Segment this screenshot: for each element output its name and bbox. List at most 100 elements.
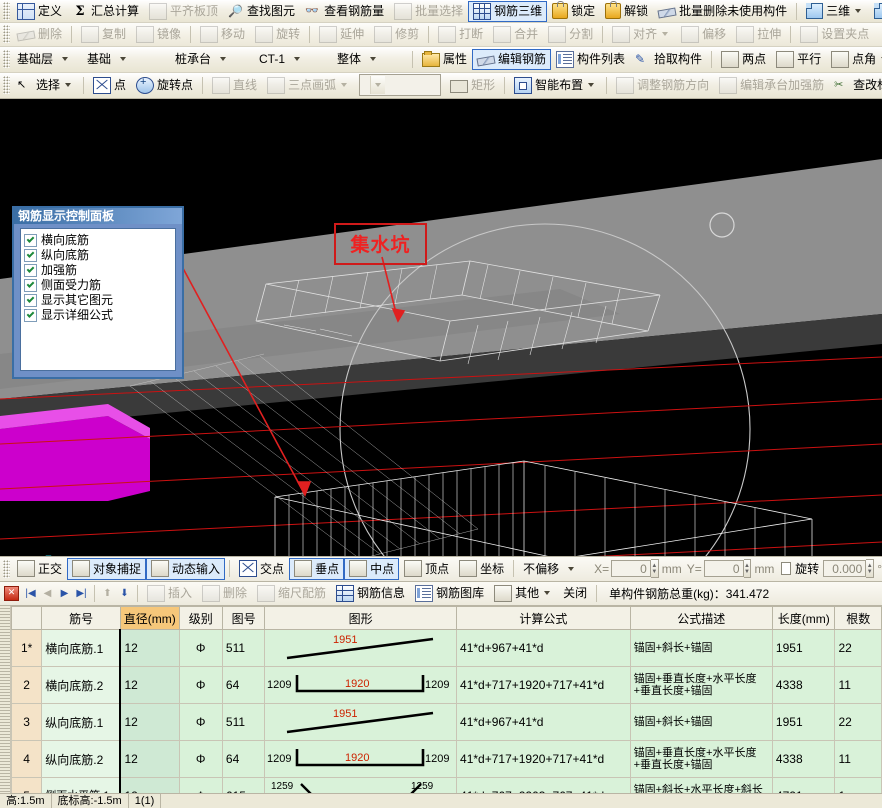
- arc-style-select[interactable]: [359, 74, 441, 96]
- toolbar-button-rotate[interactable]: 旋转: [250, 24, 305, 45]
- rebar-panel-item-side-stress[interactable]: 侧面受力筋: [24, 278, 172, 293]
- chevron-down-icon[interactable]: [116, 50, 130, 68]
- category-select[interactable]: 基础: [82, 49, 170, 69]
- cell-shape-code[interactable]: 64: [222, 741, 264, 778]
- cell-index[interactable]: 3: [12, 704, 42, 741]
- cell-count[interactable]: 11: [835, 741, 882, 778]
- component-select[interactable]: CT-1: [254, 49, 332, 69]
- toolbar-button-merge[interactable]: 合并: [488, 24, 543, 45]
- cell-bar-number[interactable]: 纵向底筋.1: [42, 704, 121, 741]
- cell-shape-diagram[interactable]: 1209 1209 1920: [265, 741, 457, 778]
- snap-button-perpendicular[interactable]: 垂点: [289, 558, 344, 580]
- cell-shape-code[interactable]: 511: [222, 704, 264, 741]
- checkbox[interactable]: [24, 309, 37, 322]
- toolbar-button-top-view[interactable]: 俯视: [869, 1, 882, 22]
- x-input[interactable]: 0: [611, 560, 651, 577]
- toolbar-button-3d-view[interactable]: 三维: [801, 1, 869, 22]
- rebar-button-insert-row[interactable]: 插入: [142, 583, 197, 604]
- snap-button-coordinate[interactable]: 坐标: [454, 558, 509, 580]
- toolbar-button-copy[interactable]: 复制: [76, 24, 131, 45]
- cell-index[interactable]: 2: [12, 667, 42, 704]
- cell-bar-number[interactable]: 横向底筋.2: [42, 667, 121, 704]
- toolbar-grip[interactable]: [3, 50, 10, 68]
- nav-first-button[interactable]: |◀: [22, 585, 39, 602]
- toolbar-button-trim[interactable]: 修剪: [369, 24, 424, 45]
- col-header-grade[interactable]: 级别: [179, 607, 222, 630]
- x-spinner[interactable]: ▲▼: [651, 559, 659, 578]
- snap-button-midpoint[interactable]: 中点: [344, 558, 399, 580]
- cell-shape-code[interactable]: 511: [222, 630, 264, 667]
- cell-index[interactable]: 1*: [12, 630, 42, 667]
- snap-button-object-snap[interactable]: 对象捕捉: [67, 558, 146, 580]
- cell-length[interactable]: 1951: [772, 630, 835, 667]
- toolbar-button-align-slab-top[interactable]: 平齐板顶: [144, 1, 223, 22]
- chevron-down-icon[interactable]: [366, 50, 380, 68]
- rebar-button-scaled-rebar[interactable]: 缩尺配筋: [252, 583, 331, 604]
- toolbar-grip[interactable]: [3, 76, 10, 94]
- chevron-down-icon[interactable]: [341, 83, 347, 87]
- toolbar-grip[interactable]: [3, 25, 10, 43]
- col-header-length[interactable]: 长度(mm): [772, 607, 835, 630]
- toolbar-button-line[interactable]: 直线: [207, 75, 262, 96]
- chevron-down-icon[interactable]: [216, 50, 230, 68]
- toolbar-button-two-point[interactable]: 两点: [716, 49, 771, 70]
- table-row[interactable]: 5 侧面水平筋.1 12 Φ 615 1259 1259 2203 45 45: [12, 778, 882, 793]
- cell-formula[interactable]: 41*d+717+1920+717+41*d: [457, 667, 631, 704]
- rebar-button-rebar-library[interactable]: 钢筋图库: [410, 583, 489, 604]
- cell-count[interactable]: 22: [835, 630, 882, 667]
- y-input[interactable]: 0: [704, 560, 744, 577]
- nav-next-button[interactable]: ▶: [56, 585, 73, 602]
- cell-formula-desc[interactable]: 锚固+斜长+锚固: [630, 630, 772, 667]
- toolbar-button-break[interactable]: 打断: [433, 24, 488, 45]
- cell-formula-desc[interactable]: 锚固+斜长+水平长度+斜长+锚固: [630, 778, 772, 793]
- rebar-panel-item-strengthening[interactable]: 加强筋: [24, 263, 172, 278]
- nav-up-button[interactable]: ⬆: [99, 585, 116, 602]
- cell-grade[interactable]: Φ: [179, 741, 222, 778]
- floor-select[interactable]: 基础层: [12, 49, 82, 69]
- toolbar-button-lock[interactable]: 锁定: [547, 1, 600, 22]
- cell-formula[interactable]: 41*d+767+2203+767+41*d: [457, 778, 631, 793]
- toolbar-button-define[interactable]: 定义: [12, 1, 67, 22]
- toolbar-button-edit-cap-rebar[interactable]: 编辑承台加强筋: [714, 75, 829, 96]
- table-row[interactable]: 1* 横向底筋.1 12 Φ 511 1951 41*d+967+41*d 锚固…: [12, 630, 882, 667]
- chevron-down-icon[interactable]: [855, 9, 861, 13]
- rotate-input[interactable]: 0.000: [823, 560, 866, 577]
- toolbar-button-smart-layout[interactable]: 智能布置: [509, 75, 602, 96]
- y-spinner[interactable]: ▲▼: [744, 559, 752, 578]
- nav-down-button[interactable]: ⬇: [116, 585, 133, 602]
- col-header-index[interactable]: [12, 607, 42, 630]
- toolbar-button-component-list[interactable]: 构件列表: [551, 49, 630, 70]
- chevron-down-icon[interactable]: [564, 560, 578, 578]
- checkbox[interactable]: [24, 234, 37, 247]
- chevron-down-icon[interactable]: [370, 76, 385, 94]
- cell-formula[interactable]: 41*d+967+41*d: [457, 704, 631, 741]
- checkbox[interactable]: [24, 249, 37, 262]
- toolbar-button-align[interactable]: 对齐: [607, 24, 676, 45]
- toolbar-button-pick-component[interactable]: ✎ 拾取构件: [630, 49, 707, 70]
- nav-prev-button[interactable]: ◀: [39, 585, 56, 602]
- col-header-formula-desc[interactable]: 公式描述: [630, 607, 772, 630]
- toolbar-button-point[interactable]: 点: [88, 75, 131, 96]
- chevron-down-icon[interactable]: [544, 591, 550, 595]
- table-row[interactable]: 4 纵向底筋.2 12 Φ 64 1209 1209 1920 41*d+717…: [12, 741, 882, 778]
- rotate-spinner[interactable]: ▲▼: [866, 559, 874, 578]
- cell-shape-code[interactable]: 64: [222, 667, 264, 704]
- offset-mode-select[interactable]: 不偏移: [518, 559, 592, 579]
- toolbar-button-rectangle[interactable]: 矩形: [445, 75, 500, 96]
- cell-count[interactable]: 11: [835, 667, 882, 704]
- toolbar-button-parallel[interactable]: 平行: [771, 49, 826, 70]
- toolbar-button-rebar-3d[interactable]: 钢筋三维: [468, 1, 547, 22]
- toolbar-button-rotate-point[interactable]: 旋转点: [131, 75, 198, 96]
- toolbar-button-split[interactable]: 分割: [543, 24, 598, 45]
- col-header-shape[interactable]: 图形: [265, 607, 457, 630]
- cell-bar-number[interactable]: 横向底筋.1: [42, 630, 121, 667]
- toolbar-button-stretch[interactable]: 拉伸: [731, 24, 786, 45]
- snap-button-ortho[interactable]: 正交: [12, 558, 67, 580]
- snap-button-intersection[interactable]: 交点: [234, 558, 289, 580]
- toolbar-button-edit-annotation[interactable]: ✂ 查改标注: [829, 75, 882, 96]
- cell-bar-number[interactable]: 侧面水平筋.1: [42, 778, 121, 793]
- cell-formula-desc[interactable]: 锚固+斜长+锚固: [630, 704, 772, 741]
- cell-grade[interactable]: Φ: [179, 778, 222, 793]
- cell-diameter[interactable]: 12: [120, 778, 179, 793]
- toolbar-button-three-point-arc[interactable]: 三点画弧: [262, 75, 355, 96]
